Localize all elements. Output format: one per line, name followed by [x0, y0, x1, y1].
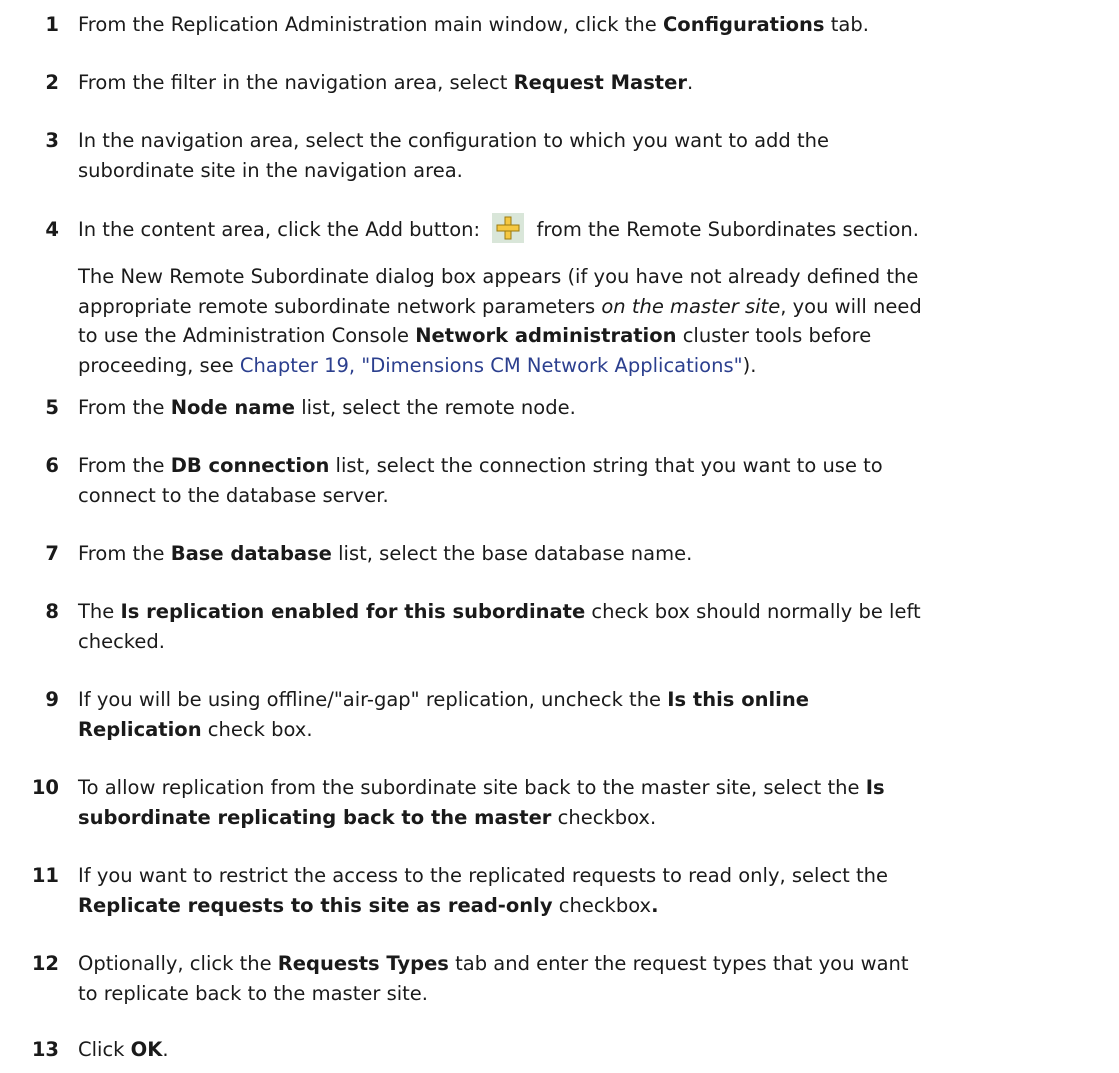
step-number: 6 [45, 454, 59, 477]
procedure-steps: 1 From the Replication Administration ma… [0, 0, 1119, 1073]
step-note: The New Remote Subordinate dialog box ap… [78, 265, 922, 377]
step-number: 3 [45, 129, 59, 152]
step-number: 10 [31, 776, 59, 799]
chapter-link[interactable]: Chapter 19, "Dimensions CM Network Appli… [240, 354, 743, 377]
step-text: The Is replication enabled for this subo… [78, 600, 921, 653]
ui-term: subordinate replicating back to the mast… [78, 806, 552, 829]
step-number: 11 [31, 864, 59, 887]
ui-term: Is replication enabled for this subordin… [120, 600, 586, 623]
ui-term: Requests Types [277, 952, 449, 975]
step-number: 9 [45, 688, 59, 711]
step-text: Optionally, click the Requests Types tab… [78, 952, 909, 1005]
ui-term: Configurations [662, 13, 825, 36]
step-number: 5 [45, 396, 59, 419]
step-number: 7 [45, 542, 59, 565]
ui-term: Base database [170, 542, 332, 565]
step-text: If you want to restrict the access to th… [78, 864, 889, 917]
step-text: Click OK. [78, 1038, 169, 1061]
step-number: 8 [45, 600, 59, 623]
ui-term: Replication [78, 718, 202, 741]
step-number: 12 [31, 952, 59, 975]
step-number: 13 [31, 1038, 59, 1061]
step-text: From the Base database list, select the … [78, 542, 693, 565]
step-text: From the Node name list, select the remo… [78, 396, 576, 419]
add-plus-icon [492, 212, 525, 243]
step-text: From the Replication Administration main… [78, 13, 869, 36]
ui-term: Is this online [667, 688, 809, 711]
ui-term: Is [865, 776, 885, 799]
step-text: To allow replication from the subordinat… [78, 776, 885, 829]
step-text: From the filter in the navigation area, … [78, 71, 694, 94]
ui-term: Replicate requests to this site as read-… [78, 894, 553, 917]
step-number: 1 [45, 13, 59, 36]
step-number: 4 [45, 218, 59, 241]
step-text: From the DB connection list, select the … [78, 454, 883, 507]
step-text: In the content area, click the Add butto… [78, 212, 1113, 246]
ui-term: Request Master [513, 71, 687, 94]
ui-term: Node name [170, 396, 295, 419]
step-text: If you will be using offline/"air-gap" r… [78, 688, 809, 741]
ui-term: OK [130, 1038, 163, 1061]
step-number: 2 [45, 71, 59, 94]
ui-term: DB connection [170, 454, 330, 477]
step-text: In the navigation area, select the confi… [78, 129, 830, 182]
